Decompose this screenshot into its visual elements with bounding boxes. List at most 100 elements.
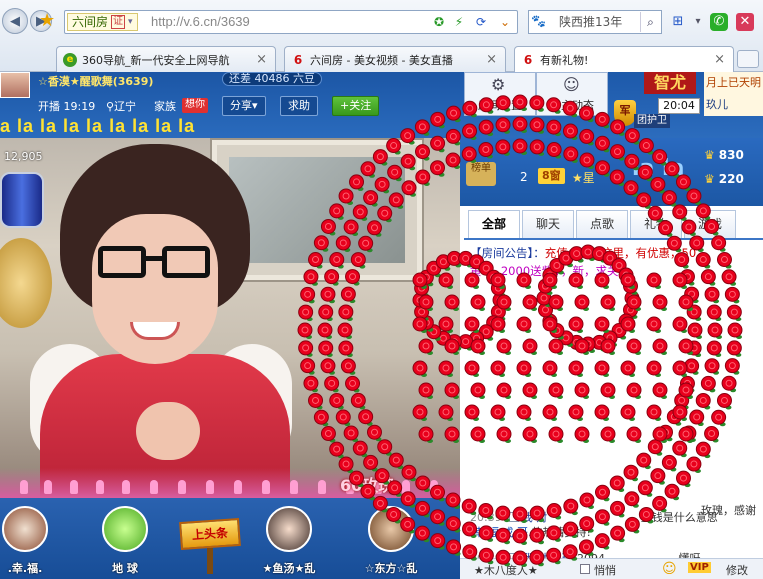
announcement-vip-text: 黄V，2000送紫V，新，求关	[470, 264, 619, 278]
message-user[interactable]: 我 对	[522, 511, 548, 524]
host-name[interactable]: ☆香漠★醒歌舞(3639)	[38, 73, 153, 89]
fan-item[interactable]: ★鱼汤★乱	[258, 506, 320, 576]
message-checkbox[interactable]	[508, 512, 519, 522]
family-badge[interactable]: 想你	[182, 98, 208, 113]
crown-icon: ♛	[704, 148, 715, 162]
menu-dropdown-icon[interactable]: ▾	[688, 12, 708, 32]
search-input[interactable]	[559, 14, 639, 28]
emoji-icon[interactable]: ☺	[662, 561, 677, 577]
private-checkbox[interactable]	[580, 564, 590, 574]
message-text: 垫钱是什么意思	[640, 511, 718, 524]
tab-title: 六间房 - 美女视频 - 美女直播	[310, 53, 453, 67]
search-icon[interactable]: ⌕	[640, 12, 660, 32]
tab-close-icon[interactable]: ×	[486, 52, 497, 67]
cert-badge: 证	[111, 15, 126, 29]
follow-button[interactable]: +关注	[332, 96, 380, 116]
alien-avatar-icon	[102, 506, 148, 552]
message-time: 20:39	[470, 511, 502, 524]
browser-chrome: ◀ ▶ ★ 六间房 证 ▾ http://v.6.cn/3639 ✪ ⚡ ⟳ ⌄…	[0, 0, 763, 107]
fan-item[interactable]: .幸.福.	[0, 506, 56, 576]
room-tools: ⚙ 房间设置 ☺ 房主动态 智尤 20:04 军 团护卫 月上已天明 玖儿	[460, 72, 763, 138]
chip-dropdown-icon: ▾	[128, 17, 133, 27]
fan-name: .幸.福.	[7, 562, 43, 575]
help-button[interactable]: 求助	[280, 96, 318, 116]
top-announcement: 月上已天明 玖儿	[704, 72, 763, 116]
tab-chat[interactable]: 聊天	[522, 210, 574, 238]
speed-icon[interactable]: ⚡	[451, 14, 467, 30]
host-avatar[interactable]	[0, 72, 30, 98]
room-announcement: 【房间公告】：充值⑥币点这里，有优惠，50 黄V，2000送紫V，新，求关	[470, 244, 760, 280]
guard-shield-icon: 军	[614, 100, 636, 126]
tab-bar: ▯ e 360导航_新一代安全上网导航 × 6 六间房 - 美女视频 - 美女直…	[0, 44, 763, 107]
announcement-heading: 【房间公告】：	[470, 246, 545, 260]
private-label: 悄悄	[594, 564, 616, 577]
headline-sign-button[interactable]: 上头条	[179, 517, 241, 551]
score-value: 220	[718, 172, 744, 186]
tab-360-nav[interactable]: e 360导航_新一代安全上网导航 ×	[56, 46, 276, 72]
tab-gifts[interactable]: 礼物	[630, 210, 682, 238]
back-icon[interactable]: ◀	[2, 8, 28, 34]
close-window-icon[interactable]: ✕	[736, 13, 754, 31]
refresh-icon[interactable]: ⟳	[473, 14, 489, 30]
room-settings-label: 房间设置	[478, 99, 522, 112]
tab-title: 有新礼物!	[540, 53, 589, 67]
fan-name: ★鱼汤★乱	[262, 562, 316, 575]
tab-song-request[interactable]: 点歌	[576, 210, 628, 238]
rank-star: ★星	[572, 171, 595, 185]
video-player[interactable]: 12,905	[0, 138, 460, 498]
family-label: 家族	[154, 100, 176, 113]
rank-badge: 8窗	[538, 168, 565, 184]
tab-new-gift[interactable]: 6 有新礼物! ×	[514, 46, 734, 72]
fan-name: ☆东方☆乱	[364, 562, 418, 575]
rank-list-button[interactable]: 榜单	[466, 162, 496, 186]
announcement-recharge-link[interactable]: 充值⑥币点这里，有优惠，50	[545, 246, 696, 260]
host-feed-button[interactable]: ☺ 房主动态	[536, 72, 608, 116]
tab-all[interactable]: 全部	[468, 210, 520, 238]
streamer-video	[30, 144, 292, 498]
vip-badge[interactable]: VIP	[688, 562, 711, 573]
url-text[interactable]: http://v.6.cn/3639	[151, 14, 250, 29]
dropdown-icon[interactable]: ⌄	[497, 14, 513, 30]
live-room-page: ☆香漠★醒歌舞(3639) 还差 40486 六豆 开播 19:19 ⚲辽宁 家…	[0, 72, 763, 579]
fan-avatar	[2, 506, 48, 552]
rank-bar: 榜单 2 8窗 ★星 la la ♛ 830 ♛ 220	[460, 138, 763, 206]
fan-item[interactable]: 地 球	[94, 506, 156, 576]
host-location: ⚲辽宁	[106, 98, 136, 114]
address-bar[interactable]: 六间房 证 ▾ http://v.6.cn/3639 ✪ ⚡ ⟳ ⌄	[64, 10, 518, 34]
guard-badge[interactable]: 军 团护卫	[614, 100, 672, 130]
new-tab-button[interactable]	[737, 50, 759, 68]
score-value: 830	[718, 148, 744, 162]
fan-rank-row: .幸.福. 地 球 上头条 ★鱼汤★乱 ☆东方☆乱	[0, 498, 460, 579]
tab-games[interactable]: 游戏	[684, 210, 736, 238]
chat-target-user[interactable]: ★木八度人★	[474, 562, 538, 578]
rank-number: 2	[520, 170, 528, 184]
search-box[interactable]: 🐾 ⌕	[528, 10, 662, 34]
share-button[interactable]: 分享▾	[222, 96, 266, 116]
score-item: ♛ 830	[704, 148, 744, 162]
security-icon[interactable]: ✪	[431, 14, 447, 30]
edit-link[interactable]: 修改	[726, 562, 748, 578]
tab-close-icon[interactable]: ×	[714, 52, 725, 67]
apps-grid-icon[interactable]: ⊞	[668, 12, 688, 32]
score-item: ♛ 220	[704, 172, 744, 186]
chat-message: 20:39 我 对 垫钱是什么意思	[470, 509, 763, 525]
top-announcement-line2: 玖儿	[706, 98, 728, 111]
wechat-icon[interactable]: ✆	[710, 13, 728, 31]
gift-caption: 60玫瑰	[340, 476, 395, 495]
tab-6cn-home[interactable]: 6 六间房 - 美女视频 - 美女直播 ×	[284, 46, 506, 72]
tab-close-icon[interactable]: ×	[256, 52, 267, 67]
crown-icon: ♛	[704, 172, 715, 186]
live-start-time: 开播 19:19	[38, 100, 96, 113]
site-identity-chip[interactable]: 六间房 证 ▾	[67, 13, 138, 31]
support-user[interactable]: .幸.福.成.哥.	[470, 526, 531, 539]
fan-item[interactable]: ☆东方☆乱	[360, 506, 422, 576]
top-fan-badge: 智尤	[644, 72, 696, 94]
chat-footer: ★木八度人★ 悄悄 ☺ VIP 修改	[460, 558, 763, 579]
support-text: 的热情支持!	[531, 526, 591, 539]
location-text: 辽宁	[114, 100, 137, 113]
fan-avatar	[266, 506, 312, 552]
location-pin-icon: ⚲	[106, 100, 115, 113]
room-settings-button[interactable]: ⚙ 房间设置	[464, 72, 536, 116]
search-engine-icon[interactable]: 🐾	[531, 14, 557, 30]
favorite-star-icon[interactable]: ★	[39, 10, 55, 31]
